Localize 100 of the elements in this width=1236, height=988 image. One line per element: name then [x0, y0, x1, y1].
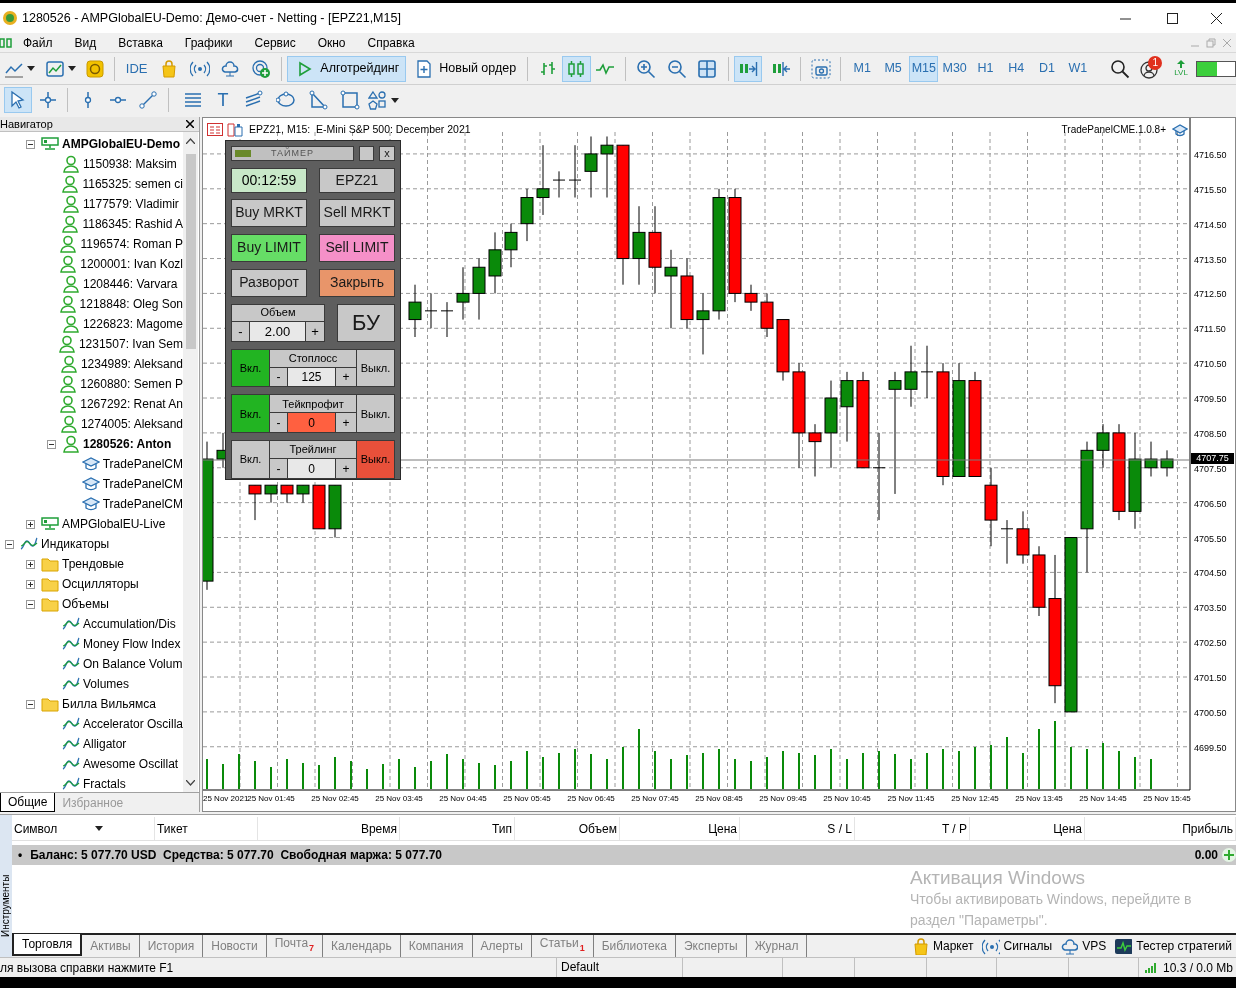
- timeframe-button[interactable]: M15: [909, 55, 939, 82]
- increment-button[interactable]: +: [336, 413, 356, 433]
- close-button[interactable]: x: [379, 146, 395, 161]
- time-label: 25 Nov 02:45: [311, 794, 359, 804]
- increment-button[interactable]: +: [306, 321, 324, 342]
- tree-item[interactable]: Volumes: [83, 675, 130, 693]
- menu-item[interactable]: Сервис: [254, 33, 296, 52]
- tree-item[interactable]: 1231507: Ivan Sem: [78, 335, 183, 353]
- panel-tab[interactable]: Общие: [0, 793, 56, 812]
- service-button[interactable]: Тестер стратегий: [1114, 937, 1232, 955]
- tree-item[interactable]: 1280526: Anton: [83, 435, 172, 453]
- column-header[interactable]: Тикет: [155, 817, 258, 840]
- tree-item[interactable]: TradePanelCM: [102, 475, 183, 493]
- symbol-button[interactable]: EPZ21: [319, 167, 395, 193]
- panel-title-bar[interactable]: ТАЙМЕР: [231, 146, 354, 161]
- tree-item[interactable]: 1177579: Vladimir: [83, 195, 179, 213]
- breakeven-button[interactable]: БУ: [337, 303, 395, 342]
- tree-item[interactable]: TradePanelCM: [102, 455, 183, 473]
- ide-button[interactable]: IDE: [119, 55, 154, 82]
- timeframe-button[interactable]: H4: [1001, 55, 1031, 82]
- value-field[interactable]: 0: [288, 459, 336, 478]
- timeframe-button[interactable]: M1: [847, 55, 877, 82]
- increment-button[interactable]: +: [336, 459, 356, 478]
- column-header[interactable]: Символ: [12, 817, 155, 840]
- terminal-tab[interactable]: Торговля: [12, 934, 83, 956]
- new-order-button[interactable]: Новый ордер: [408, 55, 523, 82]
- tree-item[interactable]: 1234989: Aleksand: [80, 355, 183, 373]
- enable-button[interactable]: Вкл.: [232, 441, 270, 478]
- tree-item[interactable]: Alligator: [83, 735, 127, 753]
- tree-item[interactable]: 1226823: Magome: [82, 315, 183, 333]
- menu-item[interactable]: Графики: [184, 33, 233, 52]
- disable-button[interactable]: Выкл.: [356, 349, 394, 387]
- time-label: 25 Nov 10:45: [823, 794, 871, 804]
- tree-item[interactable]: Accelerator Oscilla: [82, 715, 183, 733]
- tree-item[interactable]: Awesome Oscillat: [83, 755, 179, 773]
- tree-item[interactable]: Осцилляторы: [62, 575, 139, 593]
- tree-item[interactable]: Money Flow Index: [83, 635, 181, 653]
- disable-button[interactable]: Выкл.: [356, 395, 394, 433]
- disable-button[interactable]: Выкл.: [356, 441, 394, 478]
- status-hint: ля вызова справки нажмите F1: [0, 959, 175, 977]
- tree-item[interactable]: AMPGlobalEU-Live: [62, 515, 166, 533]
- tree-item[interactable]: Билла Вильямса: [62, 695, 156, 713]
- timeframe-button[interactable]: D1: [1032, 55, 1062, 82]
- tree-item[interactable]: 1267292: Renat An: [80, 395, 183, 413]
- volume-field[interactable]: 2.00: [250, 321, 306, 342]
- value-field[interactable]: 0: [288, 413, 336, 433]
- tree-item[interactable]: Индикаторы: [41, 535, 110, 553]
- balance-row[interactable]: • Баланс: 5 077.70 USD Средства: 5 077.70 Свободная маржа: 5 077.70 0.00: [12, 845, 1236, 865]
- timeframe-button[interactable]: M5: [878, 55, 908, 82]
- menu-item[interactable]: Файл: [23, 33, 53, 52]
- decrement-button[interactable]: -: [270, 459, 288, 478]
- column-header[interactable]: Прибыль: [1085, 817, 1236, 840]
- decrement-button[interactable]: -: [270, 413, 288, 433]
- menu-item[interactable]: Окно: [317, 33, 346, 52]
- decrement-button[interactable]: -: [232, 321, 250, 342]
- column-header[interactable]: Цена: [620, 817, 740, 840]
- price-label: 4709.50: [1194, 395, 1227, 404]
- tree-item[interactable]: 1260880: Semen P: [80, 375, 183, 393]
- column-header[interactable]: Тип: [400, 817, 515, 840]
- tree-item[interactable]: Fractals: [83, 775, 126, 792]
- close-positions-button[interactable]: Закрыть: [319, 268, 395, 297]
- column-header[interactable]: Время: [258, 817, 400, 840]
- enable-button[interactable]: Вкл.: [232, 395, 270, 433]
- price-label: 4704.50: [1194, 569, 1227, 579]
- service-button[interactable]: Сигналы: [981, 937, 1053, 955]
- tree-item[interactable]: Объемы: [62, 595, 109, 613]
- sell-limit-button[interactable]: Sell LIMIT: [319, 233, 395, 262]
- tree-item[interactable]: 1165325: semen ci: [82, 175, 183, 193]
- tree-item[interactable]: 1186345: Rashid A: [82, 215, 183, 233]
- tree-item[interactable]: 1196574: Roman P: [80, 235, 183, 253]
- timeframe-button[interactable]: H1: [971, 55, 1000, 82]
- column-header[interactable]: T / P: [855, 817, 970, 840]
- buy-market-button[interactable]: Buy MRKT: [231, 198, 307, 227]
- tree-item[interactable]: 1208446: Varvara: [83, 275, 178, 293]
- menu-item[interactable]: Справка: [367, 33, 415, 52]
- menu-item[interactable]: Вид: [74, 33, 97, 52]
- menu-item[interactable]: Вставка: [118, 33, 163, 52]
- service-button[interactable]: VPS: [1060, 937, 1107, 955]
- tree-item[interactable]: 1150938: Maksim: [83, 155, 177, 173]
- side-tab[interactable]: Инструменты: [0, 815, 12, 957]
- timeframe-button[interactable]: W1: [1063, 55, 1093, 82]
- column-header[interactable]: Объем: [515, 817, 620, 840]
- tree-item[interactable]: TradePanelCM: [102, 495, 183, 513]
- tree-item[interactable]: AMPGlobalEU-Demo: [62, 135, 180, 153]
- tree-item[interactable]: 1274005: Aleksand: [80, 415, 183, 433]
- timeframe-button[interactable]: M30: [940, 55, 970, 82]
- service-button[interactable]: Маркет: [910, 937, 974, 955]
- column-header[interactable]: Цена: [970, 817, 1085, 840]
- tree-item[interactable]: 1218848: Oleg Son: [79, 295, 183, 313]
- algo-trading-button[interactable]: Алготрейдинг: [287, 55, 407, 82]
- enable-button[interactable]: Вкл.: [232, 349, 270, 387]
- tree-item[interactable]: On Balance Volum: [83, 655, 183, 673]
- buy-limit-button[interactable]: Buy LIMIT: [231, 233, 307, 262]
- tree-item[interactable]: Accumulation/Dis: [83, 615, 176, 633]
- tree-item[interactable]: 1200001: Ivan Kozl: [80, 255, 183, 273]
- tree-item[interactable]: Трендовые: [62, 555, 124, 573]
- text-tool-button[interactable]: T: [208, 87, 238, 113]
- sell-market-button[interactable]: Sell MRKT: [319, 198, 395, 227]
- column-header[interactable]: S / L: [740, 817, 855, 840]
- reverse-button[interactable]: Разворот: [231, 268, 307, 297]
